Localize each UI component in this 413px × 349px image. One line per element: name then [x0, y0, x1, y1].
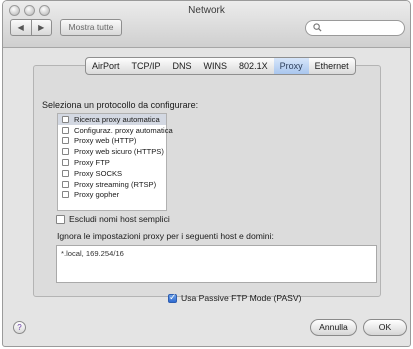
forward-arrow-icon[interactable]: ▶	[32, 20, 52, 35]
title-bar: Network ◀ ▶ Mostra tutte	[3, 1, 410, 48]
protocol-label: Proxy web sicuro (HTTPS)	[74, 147, 164, 157]
tab-ethernet[interactable]: Ethernet	[309, 58, 355, 74]
protocol-item-ftp[interactable]: Proxy FTP	[58, 157, 166, 168]
protocol-item-auto-config[interactable]: Configuraz. proxy automatica	[58, 125, 173, 136]
exclude-simple-hosts-checkbox[interactable]	[56, 214, 65, 224]
checkmark-icon: ✓	[169, 291, 177, 302]
protocol-select-label: Seleziona un protocollo da configurare:	[42, 100, 199, 110]
protocol-checkbox[interactable]	[62, 169, 69, 177]
protocol-checkbox[interactable]	[62, 159, 69, 167]
protocol-label: Proxy FTP	[74, 158, 110, 168]
tab-airport[interactable]: AirPort	[86, 58, 126, 74]
passive-ftp-checkbox[interactable]: ✓	[168, 291, 177, 303]
window-title: Network	[188, 5, 225, 16]
protocol-item-http[interactable]: Proxy web (HTTP)	[58, 136, 166, 147]
back-arrow-icon[interactable]: ◀	[11, 20, 32, 35]
show-all-button[interactable]: Mostra tutte	[60, 19, 122, 36]
protocol-checkbox[interactable]	[62, 115, 69, 123]
search-icon	[313, 23, 322, 34]
tab-bar: AirPort TCP/IP DNS WINS 802.1X Proxy Eth…	[85, 57, 356, 75]
tab-tcpip[interactable]: TCP/IP	[126, 58, 167, 74]
bypass-hosts-label: Ignora le impostazioni proxy per i segue…	[57, 231, 274, 241]
tab-8021x[interactable]: 802.1X	[233, 58, 274, 74]
protocol-list: Ricerca proxy automatica Configuraz. pro…	[57, 113, 173, 211]
exclude-simple-hosts-label: Escludi nomi host semplici	[69, 214, 170, 224]
protocol-label: Configuraz. proxy automatica	[74, 125, 173, 135]
tab-proxy[interactable]: Proxy	[273, 58, 309, 74]
tab-dns[interactable]: DNS	[167, 58, 198, 74]
cancel-button[interactable]: Annulla	[310, 319, 357, 336]
protocol-item-socks[interactable]: Proxy SOCKS	[58, 168, 166, 179]
network-window: Network ◀ ▶ Mostra tutte AirPort TCP/IP …	[2, 0, 411, 347]
protocol-item-rtsp[interactable]: Proxy streaming (RTSP)	[58, 179, 166, 190]
protocol-label: Proxy streaming (RTSP)	[74, 179, 157, 189]
bypass-hosts-field[interactable]: *.local, 169.254/16	[56, 245, 377, 283]
protocol-checkbox[interactable]	[62, 148, 69, 156]
search-field[interactable]	[305, 20, 405, 36]
protocol-item-gopher[interactable]: Proxy gopher	[58, 190, 166, 201]
passive-ftp-option[interactable]: ✓ Usa Passive FTP Mode (PASV)	[168, 291, 302, 303]
protocol-checkbox[interactable]	[62, 191, 69, 199]
help-icon[interactable]: ?	[13, 321, 26, 334]
protocol-label: Proxy web (HTTP)	[74, 136, 137, 146]
passive-ftp-label: Usa Passive FTP Mode (PASV)	[181, 293, 302, 303]
protocol-item-https[interactable]: Proxy web sicuro (HTTPS)	[58, 146, 166, 157]
exclude-simple-hosts-option[interactable]: Escludi nomi host semplici	[56, 214, 170, 224]
protocol-item-auto-discovery[interactable]: Ricerca proxy automatica	[58, 114, 166, 125]
protocol-checkbox[interactable]	[62, 137, 69, 145]
protocol-checkbox[interactable]	[62, 126, 69, 134]
protocol-checkbox[interactable]	[62, 180, 69, 188]
protocol-label: Proxy SOCKS	[74, 168, 123, 178]
ok-button[interactable]: OK	[363, 319, 407, 336]
tab-wins[interactable]: WINS	[198, 58, 234, 74]
protocol-label: Proxy gopher	[74, 190, 120, 200]
nav-back-forward: ◀ ▶	[10, 19, 52, 36]
protocol-label: Ricerca proxy automatica	[74, 114, 160, 124]
